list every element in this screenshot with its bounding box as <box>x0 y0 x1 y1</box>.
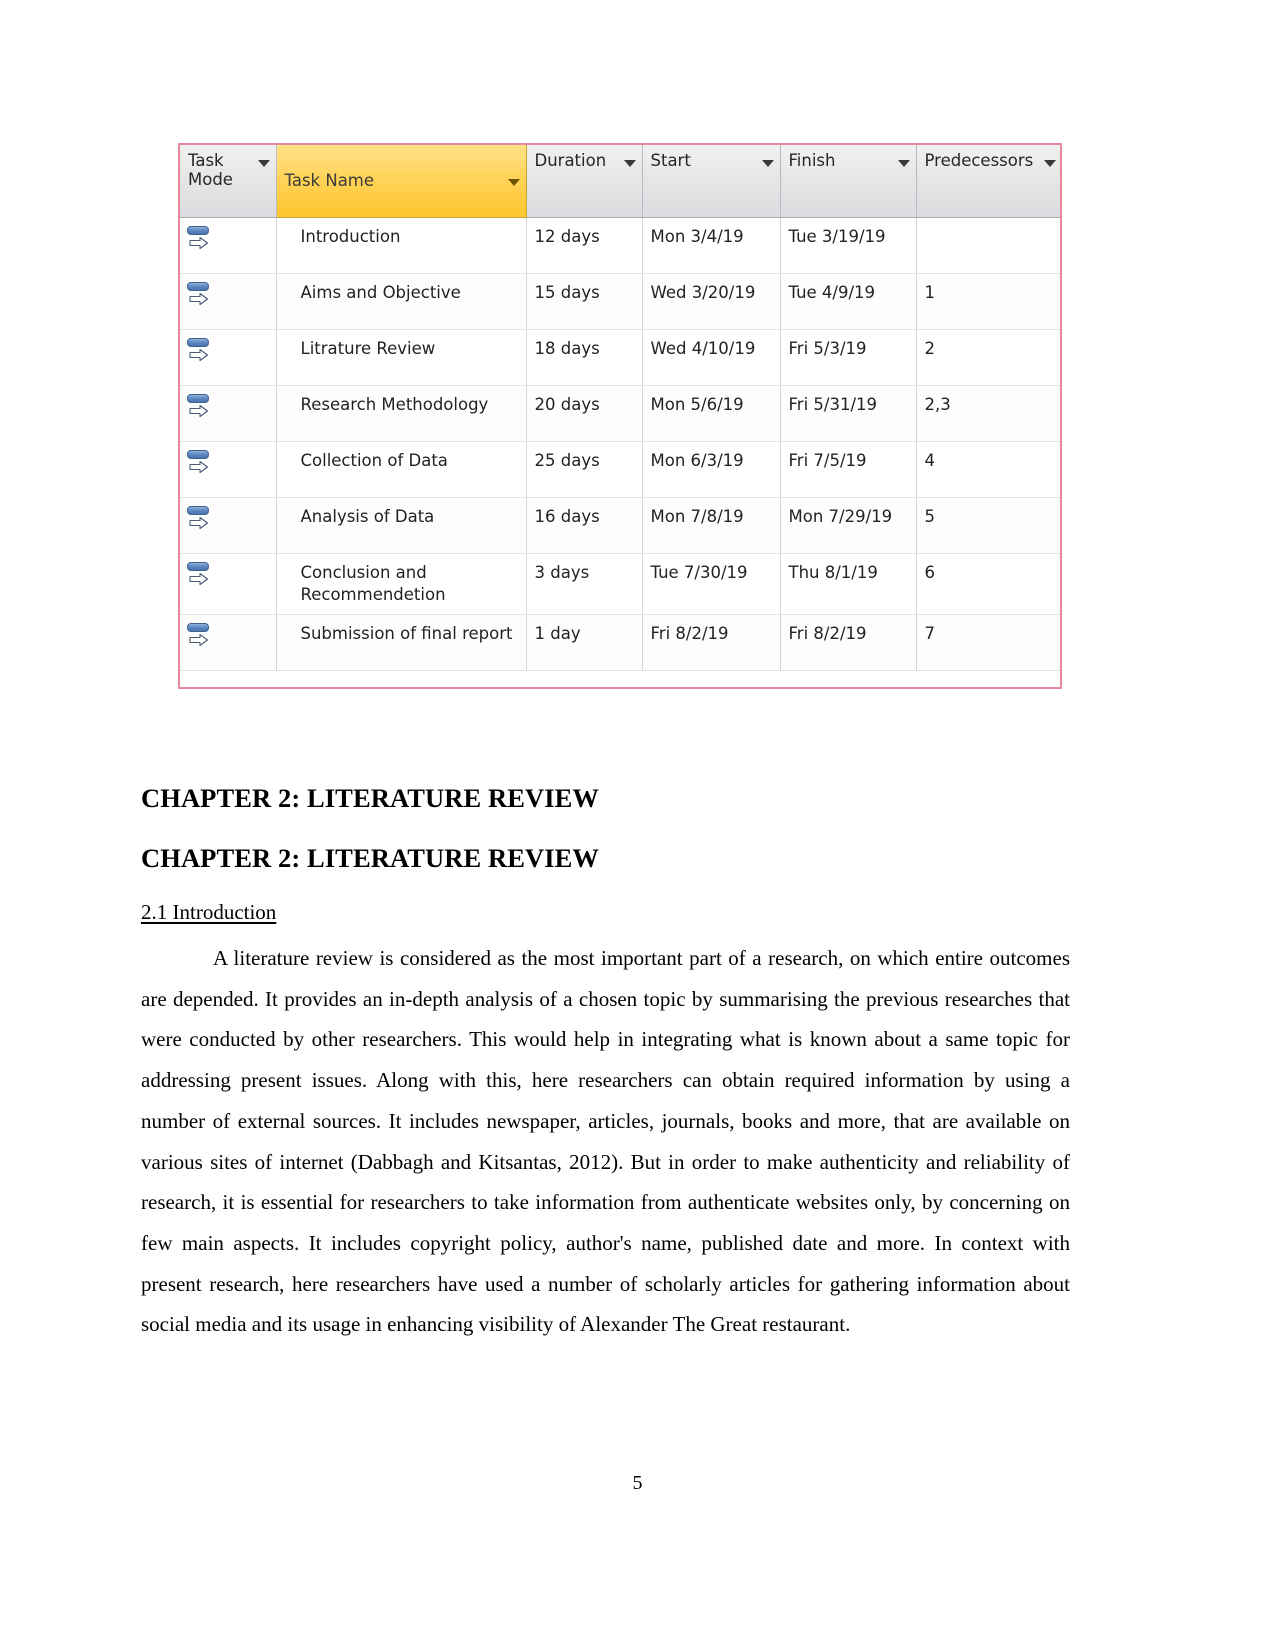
cell-finish[interactable]: Fri 7/5/19 <box>780 441 917 498</box>
auto-scheduled-icon <box>187 450 213 476</box>
table-row[interactable]: Analysis of Data 16 days Mon 7/8/19 Mon 7/2… <box>180 497 1060 554</box>
cell-duration[interactable]: 3 days <box>526 553 643 615</box>
cell-start[interactable]: Wed 3/20/19 <box>642 273 781 330</box>
cell-start[interactable]: Mon 5/6/19 <box>642 385 781 442</box>
cell-duration[interactable]: 18 days <box>526 329 643 386</box>
cell-task-name[interactable]: Submission of final report <box>276 614 527 671</box>
cell-start[interactable]: Wed 4/10/19 <box>642 329 781 386</box>
cell-predecessors[interactable]: 2,3 <box>916 385 1060 442</box>
cell-duration[interactable]: 20 days <box>526 385 643 442</box>
table-header-row: Task Mode Task Name Duration Start Finis… <box>180 145 1060 218</box>
table-row[interactable]: Conclusion and Recommendetion 3 days Tue 7… <box>180 553 1060 615</box>
column-header-finish[interactable]: Finish <box>780 145 917 218</box>
column-header-predecessors[interactable]: Predecessors <box>916 145 1060 218</box>
column-header-duration-label: Duration <box>534 151 607 170</box>
cell-task-name[interactable]: Aims and Objective <box>276 273 527 330</box>
cell-predecessors[interactable]: 1 <box>916 273 1060 330</box>
cell-finish[interactable]: Tue 3/19/19 <box>780 217 917 274</box>
column-header-finish-label: Finish <box>788 151 836 170</box>
cell-start[interactable]: Fri 8/2/19 <box>642 614 781 671</box>
cell-task-name[interactable]: Introduction <box>276 217 527 274</box>
cell-task-mode[interactable] <box>180 217 277 274</box>
cell-finish[interactable]: Fri 5/3/19 <box>780 329 917 386</box>
auto-scheduled-icon <box>187 622 213 649</box>
cell-start[interactable]: Mon 6/3/19 <box>642 441 781 498</box>
chapter-heading-primary: CHAPTER 2: LITERATURE REVIEW <box>141 783 600 813</box>
column-header-start-label: Start <box>650 151 691 170</box>
cell-duration[interactable]: 1 day <box>526 614 643 671</box>
filter-dropdown-icon[interactable] <box>897 160 910 167</box>
cell-task-mode[interactable] <box>180 385 277 442</box>
cell-task-mode[interactable] <box>180 614 277 671</box>
filter-dropdown-icon[interactable] <box>507 178 520 186</box>
cell-duration[interactable]: 25 days <box>526 441 643 498</box>
cell-finish[interactable]: Tue 4/9/19 <box>780 273 917 330</box>
cell-predecessors[interactable]: 7 <box>916 614 1060 671</box>
table-row[interactable]: Research Methodology 20 days Mon 5/6/19 Fri… <box>180 385 1060 442</box>
cell-duration[interactable]: 16 days <box>526 497 643 554</box>
body-paragraph-introduction: A literature review is considered as the… <box>141 946 1070 1337</box>
project-table-body: Introduction 12 days Mon 3/4/19 Tue 3/19/19… <box>180 217 1060 671</box>
cell-duration[interactable]: 12 days <box>526 217 643 274</box>
cell-start[interactable]: Tue 7/30/19 <box>642 553 781 615</box>
auto-scheduled-icon <box>187 562 213 588</box>
table-row[interactable]: Submission of final report 1 day Fri 8/2/1… <box>180 614 1060 671</box>
cell-start[interactable]: Mon 7/8/19 <box>642 497 781 554</box>
cell-finish[interactable]: Thu 8/1/19 <box>780 553 917 615</box>
cell-task-name[interactable]: Conclusion and Recommendetion <box>276 553 527 615</box>
cell-finish[interactable]: Mon 7/29/19 <box>780 497 917 554</box>
cell-task-mode[interactable] <box>180 497 277 554</box>
cell-finish[interactable]: Fri 8/2/19 <box>780 614 917 671</box>
project-task-table: Task Mode Task Name Duration Start Finis… <box>180 145 1060 671</box>
column-header-predecessors-label: Predecessors <box>924 151 1034 170</box>
filter-dropdown-icon[interactable] <box>623 160 636 167</box>
cell-predecessors[interactable]: 2 <box>916 329 1060 386</box>
auto-scheduled-icon <box>187 226 213 252</box>
cell-task-mode[interactable] <box>180 329 277 386</box>
chapter-heading-duplicate: CHAPTER 2: LITERATURE REVIEW <box>141 843 600 873</box>
auto-scheduled-icon <box>187 394 213 420</box>
cell-task-mode[interactable] <box>180 441 277 498</box>
table-row[interactable]: Litrature Review 18 days Wed 4/10/19 Fri 5/… <box>180 329 1060 386</box>
cell-predecessors[interactable]: 6 <box>916 553 1060 615</box>
section-heading-introduction: 2.1 Introduction <box>141 900 277 924</box>
filter-dropdown-icon[interactable] <box>761 160 774 167</box>
cell-predecessors[interactable] <box>916 217 1060 274</box>
table-row[interactable]: Collection of Data 25 days Mon 6/3/19 Fri 7… <box>180 441 1060 498</box>
cell-task-name[interactable]: Collection of Data <box>276 441 527 498</box>
project-schedule-figure: Task Mode Task Name Duration Start Finis… <box>178 143 1062 689</box>
table-row[interactable]: Aims and Objective 15 days Wed 3/20/19 Tue … <box>180 273 1060 330</box>
cell-duration[interactable]: 15 days <box>526 273 643 330</box>
filter-dropdown-icon[interactable] <box>257 160 270 167</box>
document-page: Task Mode Task Name Duration Start Finis… <box>0 0 1275 1650</box>
cell-task-name[interactable]: Research Methodology <box>276 385 527 442</box>
filter-dropdown-icon[interactable] <box>1043 160 1056 167</box>
column-header-duration[interactable]: Duration <box>526 145 643 218</box>
cell-task-mode[interactable] <box>180 553 277 615</box>
column-header-task-name[interactable]: Task Name <box>275 145 527 218</box>
auto-scheduled-icon <box>187 506 213 532</box>
cell-task-mode[interactable] <box>180 273 277 330</box>
column-header-task-name-label: Task Name <box>284 171 375 191</box>
cell-task-name[interactable]: Litrature Review <box>276 329 527 386</box>
table-row[interactable]: Introduction 12 days Mon 3/4/19 Tue 3/19/19 <box>180 217 1060 274</box>
column-header-task-mode-label: Task Mode <box>188 151 233 190</box>
cell-finish[interactable]: Fri 5/31/19 <box>780 385 917 442</box>
cell-predecessors[interactable]: 4 <box>916 441 1060 498</box>
auto-scheduled-icon <box>187 282 213 308</box>
cell-task-name[interactable]: Analysis of Data <box>276 497 527 554</box>
cell-start[interactable]: Mon 3/4/19 <box>642 217 781 274</box>
cell-predecessors[interactable]: 5 <box>916 497 1060 554</box>
auto-scheduled-icon <box>187 338 213 364</box>
page-number: 5 <box>632 1472 643 1494</box>
column-header-task-mode[interactable]: Task Mode <box>180 145 277 218</box>
column-header-start[interactable]: Start <box>642 145 781 218</box>
